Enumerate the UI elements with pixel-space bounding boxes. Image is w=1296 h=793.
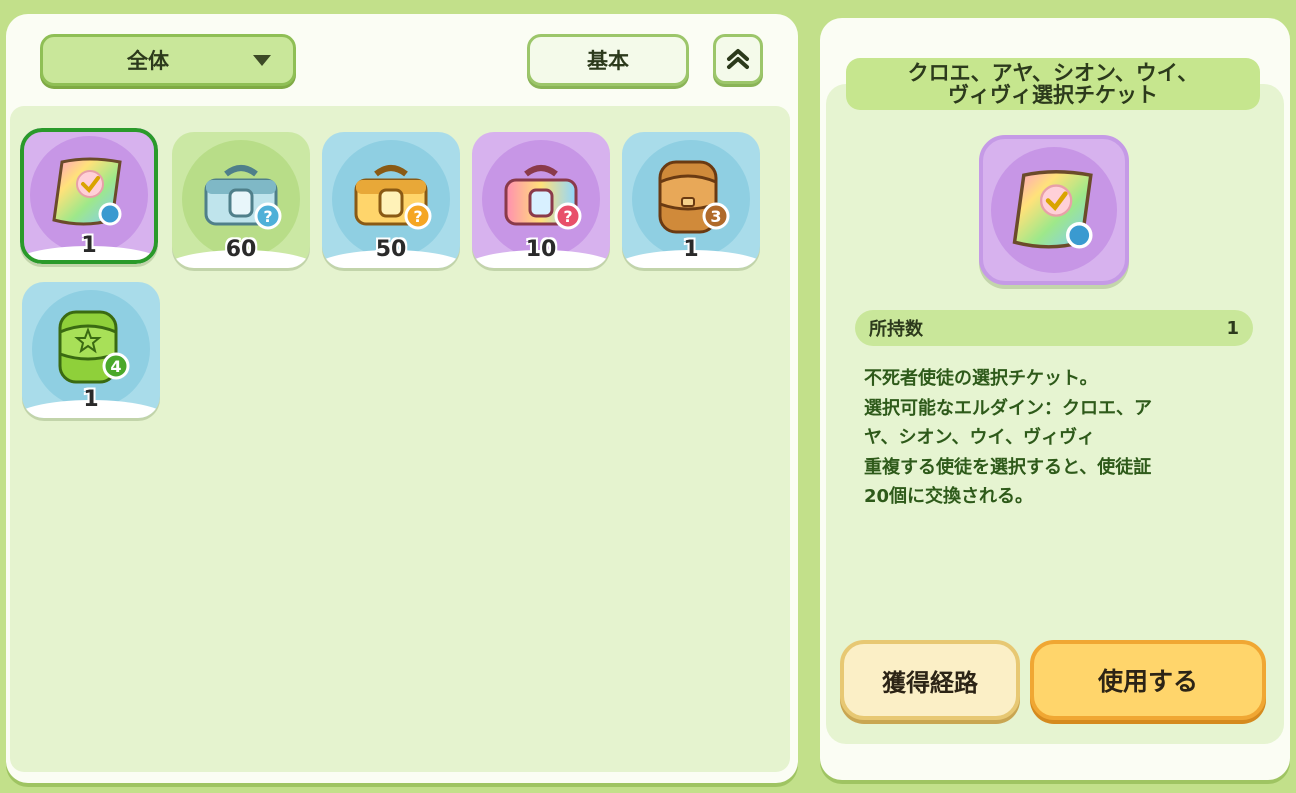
inventory-slot-rainbow-box[interactable]: ? 10 [472,132,610,268]
description-line: 重複する使徒を選択すると、使徒証 [864,456,1152,478]
sort-order-button[interactable] [713,34,763,84]
owned-count-label: 所持数 [869,319,923,340]
selected-item-preview [979,135,1129,285]
rainbow-ticket-icon [1012,170,1093,249]
svg-text:?: ? [563,207,572,226]
category-filter-label: 全体 [127,49,169,73]
tier-badge: 3 [710,207,721,226]
description-line: 20個に交換される。 [864,486,1034,507]
svg-text:?: ? [413,207,422,226]
owned-count-row: 所持数 1 [855,310,1253,346]
item-title-line-1: クロエ、アヤ、シオン、ウイ、 [907,61,1199,85]
silver-toolbox-icon: ? [204,165,282,230]
item-count: 1 [683,237,699,262]
description-line: ヤ、シオン、ウイ、ヴィヴィ [864,427,1096,448]
description-line: 選択可能なエルダイン：クロエ、ア [864,397,1152,419]
item-count: 60 [225,237,257,262]
item-description: 不死者使徒の選択チケット。 選択可能なエルダイン：クロエ、ア ヤ、シオン、ウイ、… [864,364,1224,512]
item-count: 50 [375,237,407,262]
inventory-slot-green-backpack[interactable]: 4 1 [22,282,160,418]
item-count: 1 [83,387,99,412]
tier-badge: 4 [110,357,121,376]
item-count: 10 [525,237,557,262]
description-line: 不死者使徒の選択チケット。 [864,368,1098,389]
acquisition-route-button[interactable]: 獲得経路 [840,640,1020,720]
item-title: クロエ、アヤ、シオン、ウイ、 ヴィヴィ選択チケット [846,58,1260,110]
item-count: 1 [81,233,97,258]
inventory-slot-gold-box[interactable]: ? 50 [322,132,460,268]
inventory-slot-brown-backpack[interactable]: 3 1 [622,132,760,268]
chevron-down-icon [253,55,271,66]
gold-toolbox-icon: ? [354,165,432,230]
brown-backpack-icon: 3 [658,160,730,234]
rainbow-ticket-icon [52,157,122,226]
category-filter-dropdown[interactable]: 全体 [40,34,296,86]
inventory-slot-silver-box[interactable]: ? 60 [172,132,310,268]
svg-text:?: ? [263,207,272,226]
rainbow-toolbox-icon: ? [504,165,582,230]
inventory-slot-selection-ticket[interactable]: 1 [20,128,158,264]
double-chevron-up-icon [727,49,749,69]
use-button[interactable]: 使用する [1030,640,1266,720]
green-backpack-icon: 4 [58,310,130,384]
item-title-line-2: ヴィヴィ選択チケット [948,83,1158,107]
sort-button[interactable]: 基本 [527,34,689,86]
owned-count-value: 1 [1226,317,1239,339]
